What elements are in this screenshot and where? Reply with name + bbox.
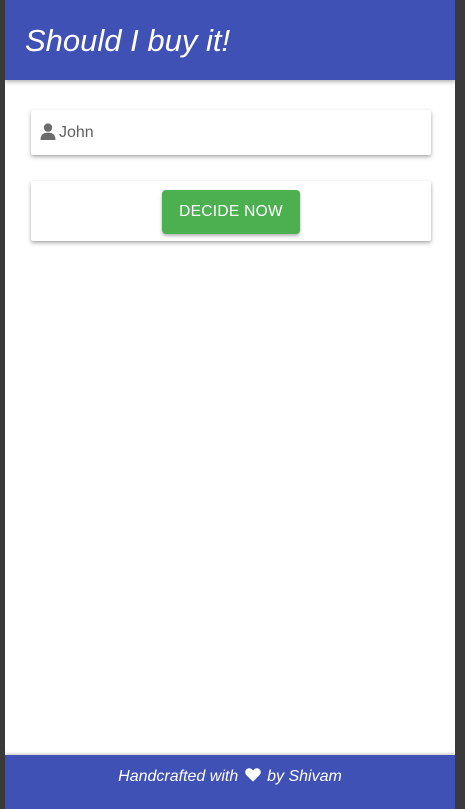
name-input-card (31, 110, 431, 155)
heart-icon (244, 756, 261, 782)
action-card: DECIDE NOW (31, 181, 431, 241)
app-title: Should I buy it! (25, 23, 231, 58)
app-bar: Should I buy it! (5, 0, 455, 80)
footer-suffix: by Shivam (267, 768, 342, 785)
name-input[interactable] (59, 118, 419, 148)
user-icon (40, 123, 56, 140)
footer: Handcrafted with by Shivam (5, 755, 455, 809)
app-frame: Should I buy it! DECIDE NOW Handcrafted … (5, 0, 455, 809)
footer-prefix: Handcrafted with (118, 768, 239, 785)
decide-now-button[interactable]: DECIDE NOW (162, 190, 300, 234)
